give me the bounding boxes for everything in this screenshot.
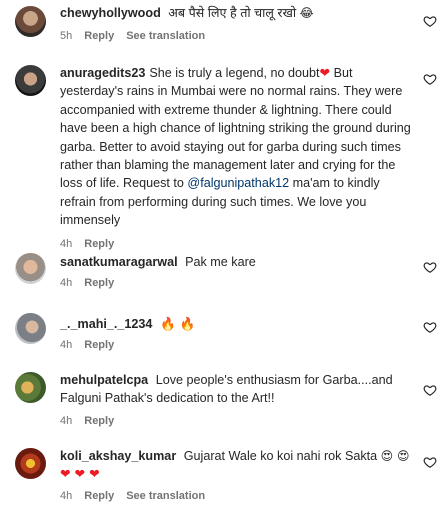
- like-heart-icon[interactable]: [423, 14, 437, 28]
- reply-button[interactable]: Reply: [84, 338, 114, 352]
- see-translation-button[interactable]: See translation: [126, 489, 205, 503]
- comment-username[interactable]: anuragedits23: [60, 66, 145, 80]
- reply-button[interactable]: Reply: [84, 414, 114, 428]
- comment-body: Pak me kare: [185, 255, 256, 269]
- comment-text: _._mahi_._1234 🔥 🔥: [60, 315, 415, 333]
- comment-body: अब पैसे लिए है तो चालू रखो: [168, 6, 297, 20]
- avatar[interactable]: [15, 253, 46, 284]
- comment-text: mehulpatelcpa Love people's enthusiasm f…: [60, 371, 415, 408]
- mention-link[interactable]: @falgunipathak12: [187, 176, 289, 190]
- red-heart-emoji: ❤: [319, 65, 331, 80]
- like-heart-icon[interactable]: [423, 383, 437, 397]
- comment-meta: 5h Reply See translation: [60, 29, 415, 43]
- comment-text: chewyhollywood अब पैसे लिए है तो चालू रख…: [60, 4, 415, 22]
- reply-button[interactable]: Reply: [84, 489, 114, 503]
- comment-body: Gujarat Wale ko koi nahi rok Sakta: [183, 449, 378, 463]
- comment-username[interactable]: _._mahi_._1234: [60, 317, 152, 331]
- like-heart-icon[interactable]: [423, 260, 437, 274]
- reply-button[interactable]: Reply: [84, 29, 114, 43]
- comment-time: 4h: [60, 489, 73, 502]
- like-heart-icon[interactable]: [423, 320, 437, 334]
- comment-text: koli_akshay_kumar Gujarat Wale ko koi na…: [60, 447, 415, 484]
- comment-meta: 4h Reply: [60, 338, 415, 352]
- comment-time: 5h: [60, 30, 73, 43]
- comment-body-part1: She is truly a legend, no doubt: [149, 66, 320, 80]
- like-heart-icon[interactable]: [423, 72, 437, 86]
- avatar[interactable]: [15, 65, 46, 96]
- comment-body-part2: But yesterday's rains in Mumbai were no …: [60, 66, 411, 191]
- heart-eyes-emoji: 😍 😍: [380, 449, 410, 463]
- comment-time: 4h: [60, 414, 73, 427]
- comment-meta: 4h Reply: [60, 276, 415, 290]
- like-heart-icon[interactable]: [423, 455, 437, 469]
- red-heart-emoji: ❤ ❤ ❤: [60, 466, 100, 482]
- comment-time: 4h: [60, 277, 73, 290]
- avatar[interactable]: [15, 313, 46, 344]
- see-translation-button[interactable]: See translation: [126, 29, 205, 43]
- avatar[interactable]: [15, 372, 46, 403]
- comment-time: 4h: [60, 237, 73, 250]
- comment-meta: 4h Reply See translation: [60, 489, 415, 503]
- comment-username[interactable]: chewyhollywood: [60, 6, 161, 20]
- comment-meta: 4h Reply: [60, 414, 415, 428]
- avatar[interactable]: [15, 6, 46, 37]
- comment-username[interactable]: koli_akshay_kumar: [60, 449, 176, 463]
- laughing-emoji: 😂: [299, 6, 314, 20]
- avatar[interactable]: [15, 448, 46, 479]
- comment-username[interactable]: sanatkumaragarwal: [60, 255, 178, 269]
- comment-meta: 4h Reply: [60, 237, 415, 251]
- reply-button[interactable]: Reply: [84, 237, 114, 251]
- comment-time: 4h: [60, 339, 73, 352]
- comment-text: sanatkumaragarwal Pak me kare: [60, 253, 415, 271]
- fire-emoji: 🔥 🔥: [159, 316, 196, 331]
- comment-text: anuragedits23 She is truly a legend, no d…: [60, 64, 415, 230]
- reply-button[interactable]: Reply: [84, 276, 114, 290]
- comment-username[interactable]: mehulpatelcpa: [60, 373, 148, 387]
